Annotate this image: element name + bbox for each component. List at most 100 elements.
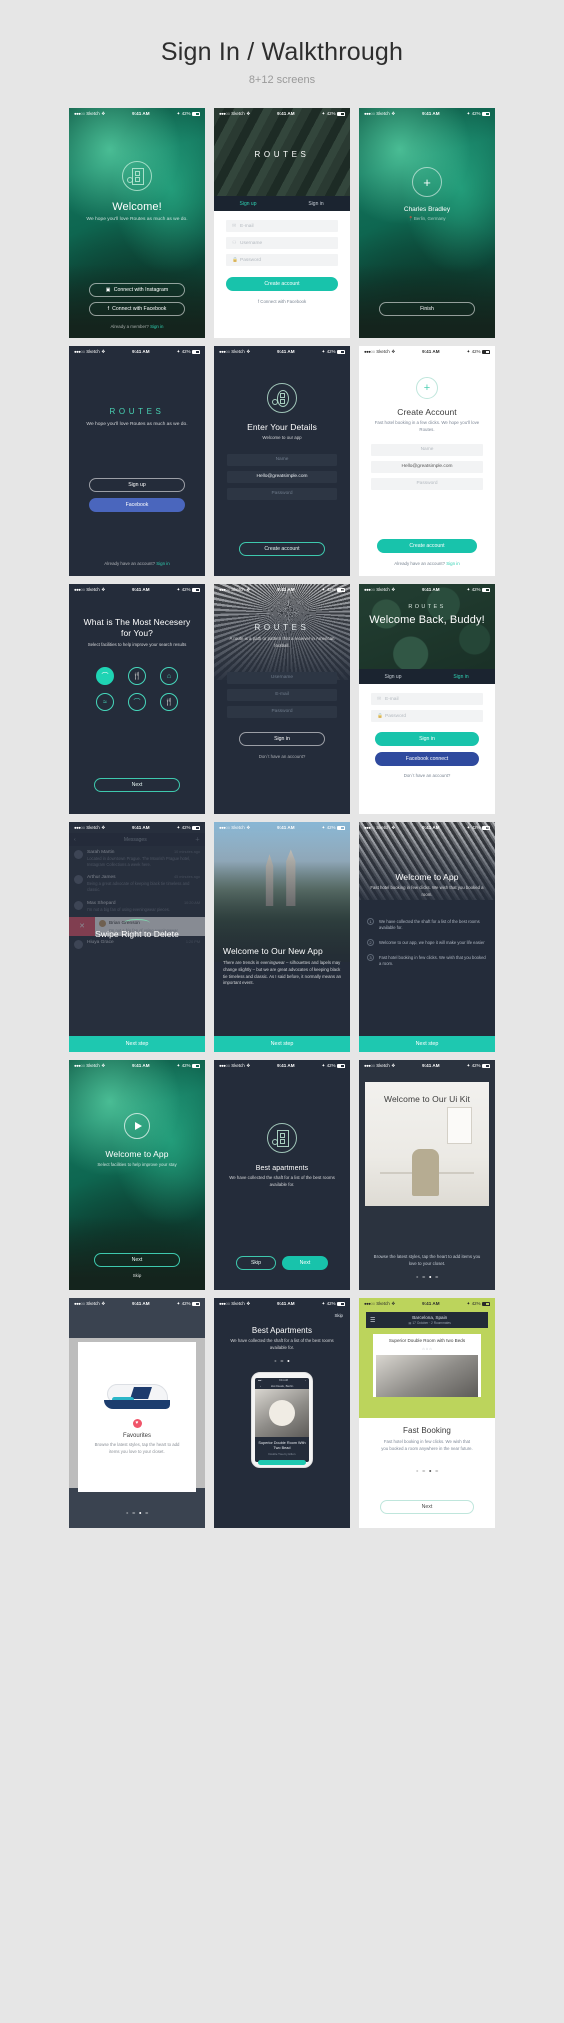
facility-wifi2-icon[interactable]: ⌒ xyxy=(128,693,146,712)
facebook-connect-button[interactable]: Facebook connect xyxy=(375,752,479,766)
connect-facebook-link[interactable]: f Connect with Facebook xyxy=(258,299,306,304)
facility-restaurant2-icon[interactable]: 🍴 xyxy=(160,693,178,712)
screen-profile-finish[interactable]: ●●●○○ Sketch ❖ 9:41 AM ✦ 42% + Charles Brad… xyxy=(359,108,495,338)
screen-welcome-to-app-list[interactable]: ●●●○○ Sketch ❖ 9:41 AM ✦ 42% Welcome to App… xyxy=(359,822,495,1052)
battery-icon xyxy=(191,587,201,592)
tab-signin[interactable]: Sign in xyxy=(427,669,495,684)
signin-link[interactable]: Sign in xyxy=(156,561,169,566)
email-field[interactable]: E-mail xyxy=(227,688,337,701)
signin-link[interactable]: Sign in xyxy=(150,324,163,329)
screen-routes-dark-signup[interactable]: ●●●○○ Sketch ❖ 9:41 AM ✦ 42% ROUTES We hope… xyxy=(69,346,205,576)
signin-footer[interactable]: Already have an account? Sign in xyxy=(104,561,169,566)
create-account-button[interactable]: Create account xyxy=(377,539,477,553)
screen-welcome-to-app-video[interactable]: ●●●○○ Sketch ❖ 9:41 AM ✦ 42% Welcome to App… xyxy=(69,1060,205,1290)
email-field[interactable]: ✉ E-mail xyxy=(371,693,483,705)
screen-best-apartments-phone[interactable]: ●●●○○ Sketch ❖ 9:41 AM ✦ 42% Skip Best Apar… xyxy=(214,1298,350,1528)
card-desc: Browse the latest styles, tap the heart … xyxy=(94,1441,180,1454)
heart-icon[interactable]: ♥ xyxy=(132,1418,142,1428)
screen-swipe-to-delete[interactable]: ●●●○○Sketch❖ 9:41 AM ✦42% ‹ Messages ＋ S… xyxy=(69,822,205,1052)
tab-signin[interactable]: Sign in xyxy=(282,196,350,211)
signin-footer[interactable]: Already a member? Sign in xyxy=(111,324,164,329)
next-button[interactable]: Next xyxy=(380,1500,474,1514)
amenity-icons: ⌂ ⌂ ⌂ xyxy=(422,1345,432,1351)
skip-button[interactable]: Skip xyxy=(133,1273,142,1278)
screen-routes-signin-dark[interactable]: ●●●○○ Sketch ❖ 9:41 AM ✦ 42% ROUTES A route… xyxy=(214,584,350,814)
name-field[interactable]: Name xyxy=(227,453,337,466)
screen-title: Welcome to App xyxy=(395,872,459,882)
page-indicator[interactable] xyxy=(126,1511,148,1514)
card-title: Favourites xyxy=(122,1432,151,1439)
wifi-icon: ❖ xyxy=(246,348,251,354)
next-step-button[interactable]: Next step xyxy=(359,1036,495,1052)
facility-wifi-icon[interactable]: ⌒ xyxy=(96,667,114,686)
screen-facilities[interactable]: ●●●○○ Sketch ❖ 9:41 AM ✦ 42% What is The Mo… xyxy=(69,584,205,814)
facility-icon-grid[interactable]: ⌒ 🍴 ⌂ ≈ ⌒ 🍴 xyxy=(96,667,178,712)
status-bar: ●●●○○ Sketch ❖ 9:41 AM ✦ 42% xyxy=(359,346,495,357)
username-field[interactable]: Username xyxy=(227,671,337,684)
battery-icon xyxy=(481,825,491,830)
signup-footer[interactable]: Don`t have an account? xyxy=(259,754,306,759)
password-field[interactable]: Password xyxy=(371,477,483,490)
battery-icon xyxy=(481,587,491,592)
create-account-button[interactable]: Create account xyxy=(239,542,325,556)
password-field[interactable]: Password xyxy=(227,487,337,500)
facility-room-service-icon[interactable]: ⌂ xyxy=(160,667,178,686)
screen-welcome-aurora[interactable]: ●●●○○ Sketch ❖ 9:41 AM ✦ 42% Welcome! We ho… xyxy=(69,108,205,338)
wifi-icon: ❖ xyxy=(246,586,251,592)
screen-enter-your-details[interactable]: ●●●○○ Sketch ❖ 9:41 AM ✦ 42% Enter Your Det… xyxy=(214,346,350,576)
email-field[interactable]: ✉ E-mail xyxy=(226,220,338,232)
name-field[interactable]: Name xyxy=(371,443,483,456)
password-field[interactable]: Password xyxy=(227,705,337,718)
add-avatar-button[interactable]: + xyxy=(412,167,442,197)
facility-spa-icon[interactable]: ≈ xyxy=(96,693,114,712)
email-field[interactable]: Hello@greatsimple.com xyxy=(371,460,483,473)
next-button[interactable]: Next xyxy=(94,778,180,792)
booking-navbar[interactable]: ☰ Barcelona, Spain ▤ 17 October · 2 Room… xyxy=(366,1312,488,1328)
auth-tabs[interactable]: Sign up Sign in xyxy=(359,669,495,684)
signup-footer[interactable]: Don`t have an account? xyxy=(404,773,451,778)
auth-tabs[interactable]: Sign up Sign in xyxy=(214,196,350,211)
screen-create-account-white[interactable]: ●●●○○ Sketch ❖ 9:41 AM ✦ 42% + Create Accou… xyxy=(359,346,495,576)
skip-button[interactable]: Skip xyxy=(236,1256,276,1270)
next-button[interactable]: Next xyxy=(94,1253,180,1267)
screen-welcome-new-app[interactable]: ●●●○○ Sketch ❖ 9:41 AM ✦ 42% Welcome to Our… xyxy=(214,822,350,1052)
facility-restaurant-icon[interactable]: 🍴 xyxy=(128,667,146,686)
signin-button[interactable]: Sign in xyxy=(375,732,479,746)
skip-button[interactable]: Skip xyxy=(334,1313,343,1318)
play-button[interactable] xyxy=(124,1113,150,1139)
create-account-button[interactable]: Create account xyxy=(226,277,338,291)
screen-best-apartments-dark[interactable]: ●●●○○ Sketch ❖ 9:41 AM ✦ 42% Best apartment… xyxy=(214,1060,350,1290)
finish-button[interactable]: Finish xyxy=(379,302,475,316)
connect-instagram-button[interactable]: ▣ Connect with Instagram xyxy=(89,283,185,297)
connect-facebook-button[interactable]: f Connect with Facebook xyxy=(89,302,185,316)
facebook-button[interactable]: Facebook xyxy=(89,497,185,512)
screen-favourites[interactable]: ●●●○○ Sketch ❖ 9:41 AM ✦ 42% ♥ Favourites B… xyxy=(69,1298,205,1528)
tab-signup[interactable]: Sign up xyxy=(359,669,427,684)
next-button[interactable]: Next xyxy=(282,1256,328,1270)
tab-signup[interactable]: Sign up xyxy=(214,196,282,211)
password-field[interactable]: 🔒 Password xyxy=(371,710,483,722)
screen-welcome-ui-kit[interactable]: ●●●○○ Sketch ❖ 9:41 AM ✦ 42% Welcome to Our… xyxy=(359,1060,495,1290)
page-indicator[interactable] xyxy=(416,1275,438,1278)
page-indicator[interactable] xyxy=(416,1470,438,1473)
password-field[interactable]: 🔒 Password xyxy=(226,254,338,266)
next-step-button[interactable]: Next step xyxy=(69,1036,205,1052)
add-photo-button[interactable]: + xyxy=(416,377,438,399)
signin-footer[interactable]: Already have an account? Sign in xyxy=(394,561,459,566)
room-card[interactable]: Superior Double Room with two Beds ⌂ ⌂ ⌂ xyxy=(373,1334,481,1397)
battery-icon xyxy=(481,111,491,116)
wifi-icon: ❖ xyxy=(101,824,106,830)
screen-routes-signup-form[interactable]: ●●●○○ Sketch ❖ 9:41 AM ✦ 42% ROUTES Sign up… xyxy=(214,108,350,338)
signup-button[interactable]: Sign up xyxy=(89,477,185,492)
username-field[interactable]: ⚇ Username xyxy=(226,237,338,249)
next-step-button[interactable]: Next step xyxy=(214,1036,350,1052)
signin-link[interactable]: Sign in xyxy=(446,561,459,566)
signin-button[interactable]: Sign in xyxy=(239,731,325,746)
wifi-icon: ❖ xyxy=(246,110,251,116)
status-bar: ●●●○○ Sketch ❖ 9:41 AM ✦ 42% xyxy=(214,1298,350,1309)
email-field[interactable]: Hello@greatsimple.com xyxy=(227,470,337,483)
screen-fast-booking[interactable]: ●●●○○ Sketch ❖ 9:41 AM ✦ 42% ☰ Barcelona, S… xyxy=(359,1298,495,1528)
city-label: Barcelona, Spain xyxy=(412,1315,448,1320)
page-indicator[interactable] xyxy=(274,1360,290,1363)
screen-welcome-back[interactable]: ●●●○○ Sketch ❖ 9:41 AM ✦ 42% ROUTES Welcome… xyxy=(359,584,495,814)
